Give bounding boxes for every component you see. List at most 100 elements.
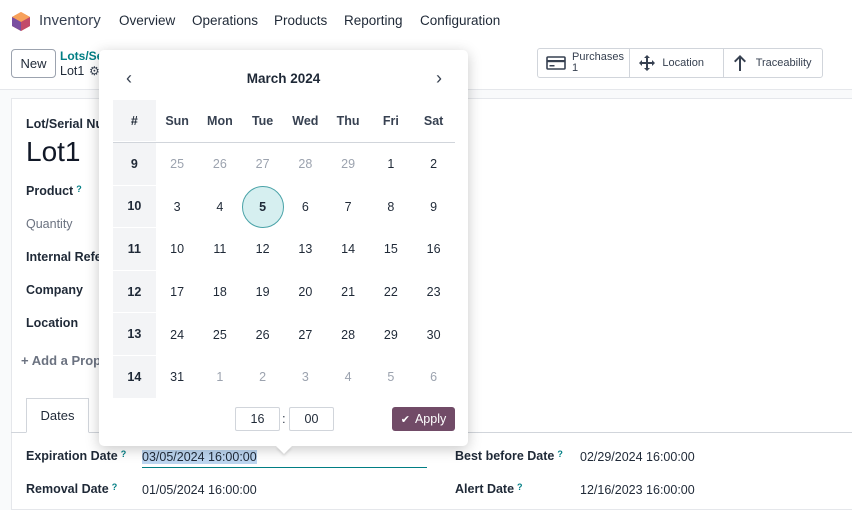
expiration-date-label: Expiration Date? (26, 449, 127, 463)
minute-input[interactable]: 00 (289, 407, 334, 431)
menu-operations[interactable]: Operations (192, 13, 258, 28)
app-name[interactable]: Inventory (39, 12, 101, 29)
breadcrumb-parent[interactable]: Lots/Se (60, 49, 103, 63)
calendar-day[interactable]: 5 (370, 356, 413, 399)
calendar-day-selected[interactable]: 5 (241, 185, 284, 229)
menu-configuration[interactable]: Configuration (420, 13, 500, 28)
calendar-day[interactable]: 20 (284, 271, 327, 314)
calendar-day[interactable]: 7 (327, 186, 370, 229)
calendar-day[interactable]: 28 (284, 143, 327, 186)
smart-buttons: Purchases 1 Location Traceability (537, 48, 823, 78)
help-icon[interactable]: ? (112, 482, 118, 492)
calendar-day[interactable]: 25 (156, 143, 199, 186)
help-icon[interactable]: ? (517, 482, 523, 492)
best-before-date-label: Best before Date? (455, 449, 563, 463)
lot-serial-label: Lot/Serial Nu (26, 117, 104, 131)
calendar-day[interactable]: 28 (327, 313, 370, 356)
calendar-grid: # Sun Mon Tue Wed Thu Fri Sat 9 25 26 27 28 29 1 2 10 3 4… (113, 100, 455, 399)
calendar-week-row: 14 31 1 2 3 4 5 6 (113, 355, 455, 399)
check-icon: ✔ (400, 413, 410, 426)
internal-reference-label: Internal Refe (26, 250, 102, 264)
calendar-day[interactable]: 29 (327, 143, 370, 186)
weekday-header: Wed (292, 114, 319, 128)
location-button[interactable]: Location (630, 49, 724, 77)
calendar-day[interactable]: 21 (327, 271, 370, 314)
calendar-day[interactable]: 24 (156, 313, 199, 356)
help-icon[interactable]: ? (76, 184, 82, 194)
weekday-header: Mon (207, 114, 233, 128)
calendar-day[interactable]: 8 (370, 186, 413, 229)
expiration-date-value: 03/05/2024 16:00:00 (142, 450, 257, 464)
calendar-day[interactable]: 1 (370, 143, 413, 186)
alert-date-label: Alert Date? (455, 482, 523, 496)
week-number: 13 (113, 313, 156, 356)
calendar-day[interactable]: 12 (241, 228, 284, 271)
breadcrumb-current: Lot1 (60, 64, 85, 78)
calendar-day[interactable]: 18 (199, 271, 242, 314)
calendar-day[interactable]: 22 (370, 271, 413, 314)
purchases-label: Purchases (572, 51, 624, 63)
calendar-day[interactable]: 6 (412, 356, 455, 399)
apply-label: Apply (414, 412, 447, 426)
new-button[interactable]: New (11, 49, 56, 78)
calendar-week-row: 10 3 4 5 6 7 8 9 (113, 185, 455, 229)
calendar-day[interactable]: 17 (156, 271, 199, 314)
calendar-day[interactable]: 27 (284, 313, 327, 356)
add-property-button[interactable]: + Add a Prop (21, 353, 101, 368)
calendar-day[interactable]: 13 (284, 228, 327, 271)
calendar-day[interactable]: 10 (156, 228, 199, 271)
traceability-button-label: Traceability (755, 57, 812, 69)
calendar-day[interactable]: 2 (241, 356, 284, 399)
weekday-header: Thu (336, 114, 360, 128)
lot-name-field[interactable]: Lot1 (26, 136, 81, 168)
chevron-right-icon[interactable]: › (429, 68, 449, 89)
calendar-day[interactable]: 30 (412, 313, 455, 356)
arrow-up-icon (733, 55, 746, 71)
apply-button[interactable]: ✔ Apply (392, 407, 455, 431)
purchases-button[interactable]: Purchases 1 (538, 49, 631, 77)
menu-overview[interactable]: Overview (119, 13, 175, 28)
location-label: Location (26, 316, 79, 330)
week-number: 10 (113, 185, 156, 229)
calendar-day[interactable]: 25 (199, 313, 242, 356)
calendar-day[interactable]: 1 (199, 356, 242, 399)
menu-reporting[interactable]: Reporting (344, 13, 403, 28)
calendar-day[interactable]: 27 (241, 143, 284, 186)
calendar-day[interactable]: 4 (199, 186, 242, 229)
weekday-header: Sun (165, 114, 189, 128)
product-label: Product? (26, 184, 82, 198)
traceability-button[interactable]: Traceability (724, 49, 822, 77)
calendar-day[interactable]: 31 (156, 356, 199, 399)
calendar-week-row: 12 17 18 19 20 21 22 23 (113, 270, 455, 314)
month-title[interactable]: March 2024 (99, 71, 468, 86)
calendar-day[interactable]: 23 (412, 271, 455, 314)
menu-products[interactable]: Products (274, 13, 327, 28)
calendar-day[interactable]: 19 (241, 271, 284, 314)
move-arrows-icon (639, 55, 656, 71)
calendar-day[interactable]: 11 (199, 228, 242, 271)
alert-date-value[interactable]: 12/16/2023 16:00:00 (580, 483, 695, 497)
top-navbar: Inventory Overview Operations Products R… (0, 0, 852, 42)
inventory-app-icon[interactable] (12, 12, 30, 31)
calendar-day[interactable]: 6 (284, 186, 327, 229)
calendar-day[interactable]: 3 (156, 186, 199, 229)
help-icon[interactable]: ? (557, 449, 563, 459)
calendar-day[interactable]: 16 (412, 228, 455, 271)
calendar-day[interactable]: 26 (199, 143, 242, 186)
calendar-day[interactable]: 4 (327, 356, 370, 399)
credit-card-icon (546, 56, 566, 70)
weekday-header: Sat (423, 114, 444, 128)
calendar-day[interactable]: 15 (370, 228, 413, 271)
hour-input[interactable]: 16 (235, 407, 280, 431)
removal-date-value[interactable]: 01/05/2024 16:00:00 (142, 483, 257, 497)
calendar-day[interactable]: 26 (241, 313, 284, 356)
calendar-day[interactable]: 9 (412, 186, 455, 229)
calendar-day[interactable]: 29 (370, 313, 413, 356)
calendar-day[interactable]: 2 (412, 143, 455, 186)
removal-date-label: Removal Date? (26, 482, 118, 496)
calendar-day[interactable]: 3 (284, 356, 327, 399)
help-icon[interactable]: ? (121, 449, 127, 459)
calendar-day[interactable]: 14 (327, 228, 370, 271)
tab-dates[interactable]: Dates (26, 398, 89, 433)
best-before-date-value[interactable]: 02/29/2024 16:00:00 (580, 450, 695, 464)
